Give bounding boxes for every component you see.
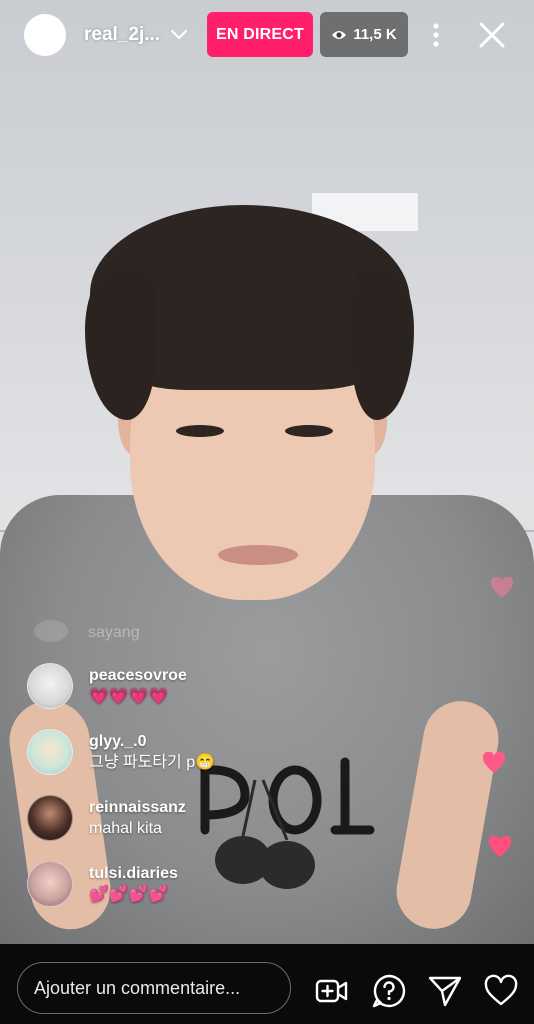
comment-list: peacesovroe 💗💗💗💗 glyy._.0 그냥 파도타기 p😁 rei… [27,660,427,924]
comment-message: mahal kita [89,820,162,837]
comment-item[interactable]: reinnaissanz mahal kita [27,792,427,858]
comment-username[interactable]: reinnaissanz [89,798,186,818]
host-username[interactable]: real_2j... [84,24,160,46]
send-icon[interactable] [428,974,462,1008]
viewer-count: 11,5 K [353,26,397,43]
comment-avatar[interactable] [27,729,73,775]
top-bar: real_2j... EN DIRECT 11,5 K [0,0,534,70]
streamer-eye-right [285,425,333,437]
streamer-hair-left [85,270,155,420]
comment-avatar[interactable] [27,663,73,709]
comment-item[interactable]: tulsi.diaries 💕💕💕💕 [27,858,427,924]
more-vertical-icon[interactable] [424,18,448,52]
comment-item[interactable]: glyy._.0 그냥 파도타기 p😁 [27,726,427,792]
question-icon[interactable] [372,974,406,1008]
comment-message: 그냥 파도타기 p😁 [89,754,216,771]
streamer-mouth [218,545,298,565]
comment-username[interactable]: glyy._.0 [89,732,215,752]
bottom-bar: Ajouter un commentaire... [0,944,534,1024]
ghost-comment-avatar [34,620,68,642]
eye-icon [332,30,347,39]
comment-avatar[interactable] [27,795,73,841]
live-badge-label: EN DIRECT [215,25,305,43]
host-avatar[interactable] [24,14,66,56]
heart-icon[interactable] [484,974,518,1008]
comment-avatar[interactable] [27,861,73,907]
chevron-down-icon[interactable] [168,24,190,46]
floating-heart-icon [482,752,506,773]
comment-input[interactable]: Ajouter un commentaire... [17,962,291,1014]
comment-message: 💕💕💕💕 [89,886,169,903]
comment-item[interactable]: peacesovroe 💗💗💗💗 [27,660,427,726]
comment-username[interactable]: peacesovroe [89,666,187,686]
add-video-icon[interactable] [315,974,349,1008]
floating-heart-icon [490,577,514,598]
ghost-comment: sayang [88,624,140,641]
floating-heart-icon [488,836,512,857]
comment-input-placeholder: Ajouter un commentaire... [34,977,241,998]
live-badge: EN DIRECT [207,12,313,57]
viewer-count-badge[interactable]: 11,5 K [320,12,408,57]
streamer-eye-left [176,425,224,437]
streamer-hair-right [352,270,414,420]
close-icon[interactable] [476,18,508,52]
comment-username[interactable]: tulsi.diaries [89,864,178,884]
comment-message: 💗💗💗💗 [89,688,169,705]
